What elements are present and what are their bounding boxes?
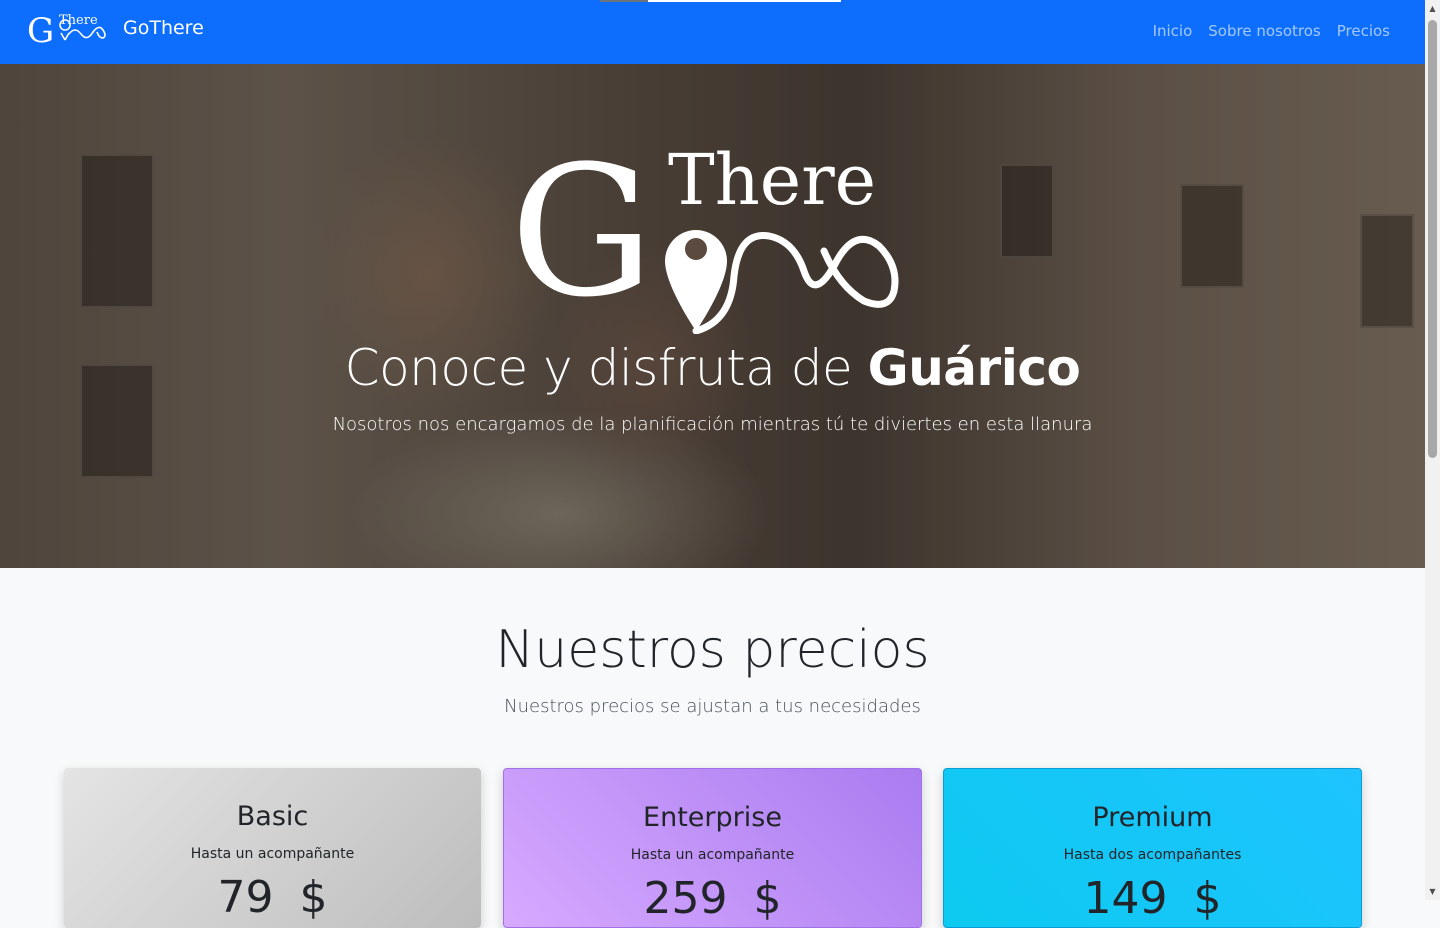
arrow-up-icon[interactable]: ▲ bbox=[1425, 0, 1440, 17]
gothere-logo-icon[interactable]: G There bbox=[27, 10, 111, 54]
plan-description: Hasta dos acompañantes bbox=[1063, 847, 1242, 863]
plan-price-currency: $ bbox=[299, 872, 328, 923]
plan-price-currency: $ bbox=[753, 873, 782, 924]
plan-name: Premium bbox=[1092, 802, 1213, 833]
scrollbar-thumb[interactable] bbox=[1428, 20, 1437, 458]
arrow-down-icon[interactable]: ▼ bbox=[1425, 883, 1440, 900]
logo-letter-g: G bbox=[27, 11, 54, 51]
gothere-hero-logo-icon: G There bbox=[510, 144, 899, 334]
plan-description: Hasta un acompañante bbox=[630, 847, 795, 863]
hero-logo-letter-g: G bbox=[510, 144, 654, 334]
nav-link-sobre-nosotros[interactable]: Sobre nosotros bbox=[1208, 22, 1320, 40]
plan-name: Basic bbox=[236, 801, 309, 832]
plan-price: 79 $ bbox=[64, 872, 481, 923]
hero-title: Conoce y disfruta de Guárico bbox=[0, 339, 1425, 397]
plan-price-currency: $ bbox=[1193, 873, 1222, 924]
pricing-card-premium[interactable]: Premium Hasta dos acompañantes 149 $ bbox=[943, 768, 1362, 928]
pricing-title: Nuestros precios bbox=[495, 620, 930, 680]
plan-price-amount: 79 bbox=[217, 872, 274, 923]
hero-banner: G There Conoce y disfruta de Guárico Nos… bbox=[0, 64, 1425, 568]
navbar: G There GoThere Inicio Sobre nosotros Pr… bbox=[0, 0, 1425, 64]
nav-link-precios[interactable]: Precios bbox=[1337, 22, 1390, 40]
brand-name[interactable]: GoThere bbox=[123, 17, 204, 39]
vertical-scrollbar[interactable]: ▲ ▼ bbox=[1425, 0, 1440, 900]
pricing-subtitle: Nuestros precios se ajustan a tus necesi… bbox=[504, 696, 921, 717]
pricing-card-basic[interactable]: Basic Hasta un acompañante 79 $ bbox=[64, 768, 481, 928]
plan-price: 149 $ bbox=[944, 873, 1361, 924]
hero-title-highlight: Guárico bbox=[867, 339, 1081, 397]
nav-link-inicio[interactable]: Inicio bbox=[1153, 22, 1193, 40]
plan-price: 259 $ bbox=[504, 873, 921, 924]
plan-description: Hasta un acompañante bbox=[190, 846, 355, 862]
hero-logo-word-there: There bbox=[668, 144, 876, 221]
plan-price-amount: 259 bbox=[643, 873, 728, 924]
hero-subtitle: Nosotros nos encargamos de la planificac… bbox=[332, 414, 1093, 435]
plan-name: Enterprise bbox=[643, 802, 782, 833]
hero-title-prefix: Conoce y disfruta de bbox=[344, 339, 868, 397]
nav-links: Inicio Sobre nosotros Precios bbox=[1153, 22, 1390, 40]
progress-bar bbox=[600, 0, 841, 2]
pricing-card-enterprise[interactable]: Enterprise Hasta un acompañante 259 $ bbox=[503, 768, 922, 928]
progress-bar-fill bbox=[600, 0, 649, 2]
plan-price-amount: 149 bbox=[1083, 873, 1168, 924]
